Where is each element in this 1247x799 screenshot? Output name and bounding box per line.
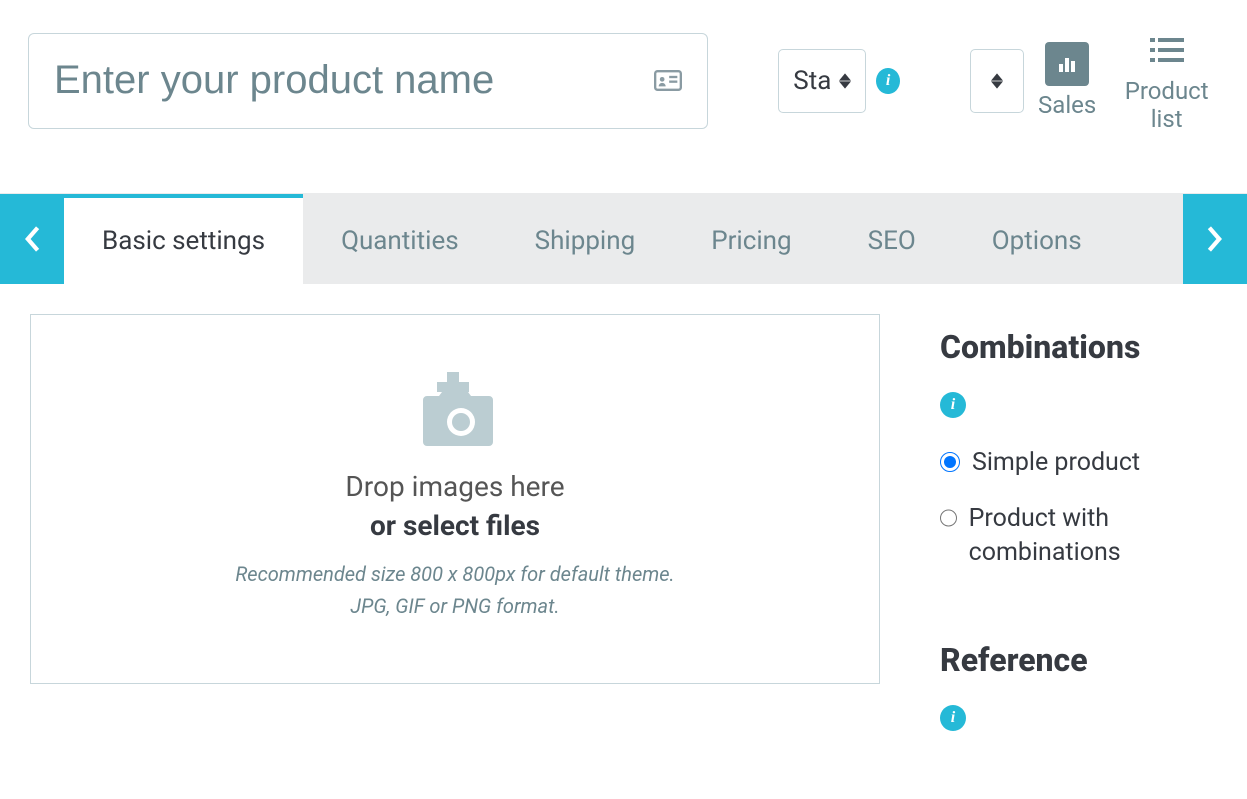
bar-chart-icon — [1045, 42, 1089, 86]
tab-label: SEO — [868, 226, 916, 256]
product-name-input[interactable] — [54, 58, 654, 103]
tab-basic-settings[interactable]: Basic settings — [64, 194, 303, 284]
tabs-list: Basic settings Quantities Shipping Prici… — [64, 194, 1183, 284]
tab-options[interactable]: Options — [954, 194, 1120, 284]
image-dropzone[interactable]: Drop images here or select files Recomme… — [30, 314, 880, 684]
radio-label: Product with combinations — [969, 502, 1217, 570]
info-icon[interactable]: i — [940, 392, 966, 418]
tab-pricing[interactable]: Pricing — [673, 194, 829, 284]
sort-arrows-icon — [991, 73, 1003, 89]
sort-arrows-icon — [839, 73, 851, 89]
radio-simple-product[interactable]: Simple product — [940, 446, 1217, 480]
tab-label: Options — [992, 226, 1082, 256]
dropzone-line2: or select files — [370, 509, 540, 542]
info-icon[interactable]: i — [876, 68, 900, 94]
info-icon[interactable]: i — [940, 705, 966, 731]
tab-label: Pricing — [711, 226, 791, 256]
sales-link[interactable]: Sales — [1038, 42, 1096, 120]
tab-label: Quantities — [341, 226, 459, 256]
tabs-next-button[interactable] — [1183, 194, 1247, 284]
tab-quantities[interactable]: Quantities — [303, 194, 497, 284]
product-type-select-value: Sta — [793, 66, 831, 96]
tabs-prev-button[interactable] — [0, 194, 64, 284]
reference-title: Reference — [940, 641, 1217, 679]
radio-product-combinations[interactable]: Product with combinations — [940, 502, 1217, 570]
tab-label: Shipping — [535, 226, 636, 256]
sales-label: Sales — [1038, 92, 1096, 120]
language-select[interactable] — [970, 49, 1024, 113]
tab-seo[interactable]: SEO — [830, 194, 954, 284]
tab-shipping[interactable]: Shipping — [497, 194, 674, 284]
dropzone-hint2: JPG, GIF or PNG format. — [350, 594, 559, 618]
id-card-icon — [654, 70, 682, 92]
radio-input[interactable] — [940, 452, 960, 472]
product-list-link[interactable]: Product list — [1114, 28, 1219, 133]
radio-label: Simple product — [972, 446, 1140, 480]
tab-label: Basic settings — [102, 226, 265, 256]
camera-plus-icon — [407, 372, 503, 458]
product-name-field-wrap — [28, 33, 708, 129]
product-type-select[interactable]: Sta — [778, 49, 866, 113]
radio-input[interactable] — [940, 508, 957, 528]
list-icon — [1145, 28, 1189, 72]
combinations-title: Combinations — [940, 328, 1217, 366]
product-list-label: Product list — [1114, 78, 1219, 133]
dropzone-line1: Drop images here — [345, 470, 564, 503]
dropzone-hint1: Recommended size 800 x 800px for default… — [235, 562, 674, 586]
